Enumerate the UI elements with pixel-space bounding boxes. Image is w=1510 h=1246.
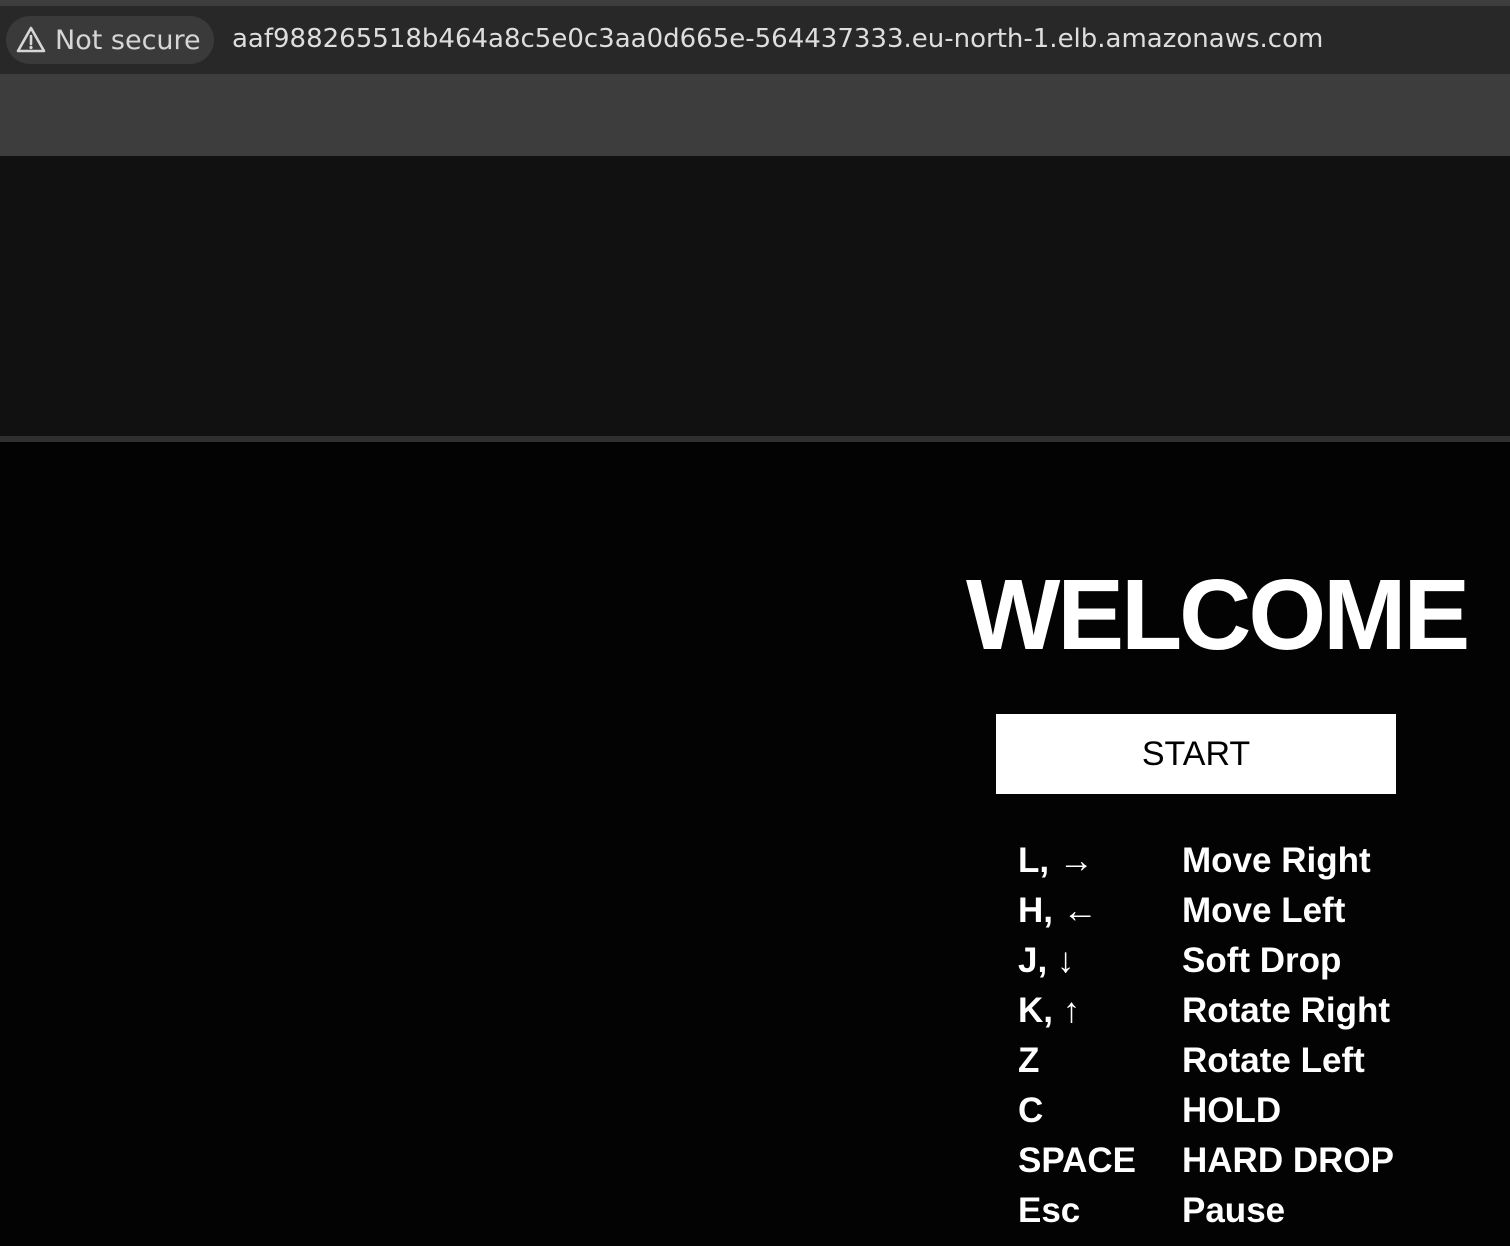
control-action: Rotate Left — [1182, 1041, 1365, 1080]
control-row: J, ↓ Soft Drop — [1018, 938, 1438, 988]
control-row: L, → Move Right — [1018, 838, 1438, 888]
control-action: HOLD — [1182, 1091, 1282, 1130]
warning-triangle-icon — [16, 26, 46, 53]
browser-toolbar: Not secure aaf988265518b464a8c5e0c3aa0d6… — [0, 0, 1510, 156]
control-key: J, ↓ — [1018, 941, 1075, 980]
control-key: Z — [1018, 1041, 1040, 1080]
control-action: Rotate Right — [1182, 991, 1391, 1030]
control-action: HARD DROP — [1182, 1141, 1394, 1180]
control-row: C HOLD — [1018, 1088, 1438, 1138]
control-action: Move Left — [1182, 891, 1346, 930]
control-row: K, ↑ Rotate Right — [1018, 988, 1438, 1038]
control-key: H, ← — [1018, 891, 1098, 930]
controls-list: L, → Move Right H, ← Move Left J, ↓ Soft… — [1018, 838, 1438, 1238]
security-indicator[interactable]: Not secure — [6, 16, 214, 64]
control-row: Z Rotate Left — [1018, 1038, 1438, 1088]
control-row: H, ← Move Left — [1018, 888, 1438, 938]
control-key: Esc — [1018, 1191, 1081, 1230]
control-key: K, ↑ — [1018, 991, 1081, 1030]
page-header-band — [0, 156, 1510, 436]
security-label: Not secure — [55, 24, 201, 56]
control-row: SPACE HARD DROP — [1018, 1138, 1438, 1188]
control-key: L, → — [1018, 841, 1094, 880]
welcome-title: WELCOME — [966, 559, 1470, 671]
address-bar[interactable]: Not secure aaf988265518b464a8c5e0c3aa0d6… — [0, 6, 1510, 74]
start-button[interactable]: START — [996, 714, 1396, 794]
control-action: Pause — [1182, 1191, 1286, 1230]
url-text[interactable]: aaf988265518b464a8c5e0c3aa0d665e-5644373… — [232, 24, 1323, 54]
control-action: Move Right — [1182, 841, 1371, 880]
control-action: Soft Drop — [1182, 941, 1342, 980]
control-key: SPACE — [1018, 1141, 1136, 1180]
control-row: Esc Pause — [1018, 1188, 1438, 1238]
control-key: C — [1018, 1091, 1044, 1130]
